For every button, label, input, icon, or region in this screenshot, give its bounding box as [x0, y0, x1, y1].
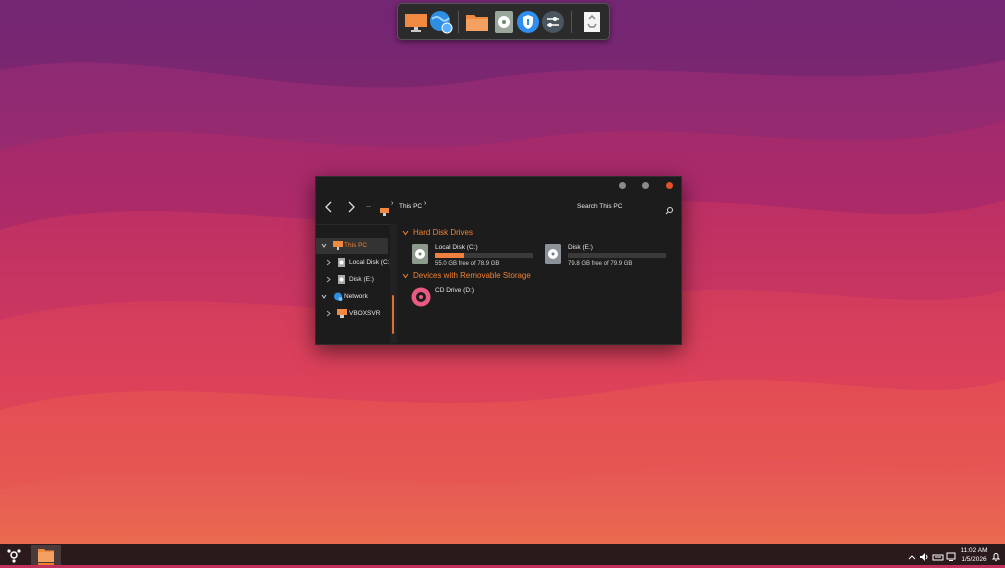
drive-name: Disk (E:)	[568, 244, 593, 251]
sidebar-item-local-disk-c[interactable]: Local Disk (C:)	[316, 255, 392, 271]
this-pc-breadcrumb-icon	[380, 203, 389, 216]
sidebar-label: VBOXSVR	[349, 310, 381, 317]
taskbar-file-explorer-button[interactable]	[31, 545, 61, 565]
group-header-hard-disk-drives[interactable]: Hard Disk Drives	[402, 228, 473, 237]
group-header-removable-storage[interactable]: Devices with Removable Storage	[402, 271, 531, 280]
clock-date: 1/5/2026	[961, 556, 987, 563]
network-globe-icon[interactable]	[429, 10, 453, 34]
minimize-button[interactable]	[619, 182, 626, 189]
taskbar-clock[interactable]: 11:02 AM 1/5/2026	[955, 546, 993, 564]
disk-drive-icon[interactable]	[492, 10, 516, 34]
drive-usage-fill	[435, 253, 465, 258]
sidebar-label: Disk (E:)	[349, 276, 374, 283]
hard-drive-icon	[545, 244, 561, 264]
sidebar-item-disk-e[interactable]: Disk (E:)	[316, 272, 388, 288]
sidebar-scrollbar-thumb[interactable]	[392, 295, 394, 334]
sidebar-item-this-pc[interactable]: This PC	[316, 238, 388, 254]
drive-tile-cd-drive-d[interactable]: CD Drive (D:)	[411, 287, 536, 313]
settings-sliders-icon[interactable]	[541, 10, 565, 34]
this-pc-icon[interactable]	[404, 10, 428, 34]
monitor-icon	[333, 241, 343, 250]
notification-bell-icon[interactable]	[991, 549, 1001, 562]
back-button[interactable]	[322, 199, 336, 215]
breadcrumb-this-pc[interactable]: This PC	[399, 203, 422, 210]
group-title: Devices with Removable Storage	[413, 271, 531, 280]
group-title: Hard Disk Drives	[413, 228, 474, 237]
navigation-pane: This PC Local Disk (C:) Disk (E:) Networ…	[316, 229, 392, 343]
cd-drive-icon	[411, 287, 431, 307]
forward-button[interactable]	[344, 199, 358, 215]
breadcrumb-separator: ›	[424, 200, 427, 207]
shield-icon[interactable]	[516, 10, 540, 34]
network-icon	[334, 292, 343, 301]
sidebar-label: This PC	[344, 242, 368, 249]
network-computer-icon	[337, 309, 347, 318]
sidebar-item-network[interactable]: Network	[316, 289, 388, 305]
content-pane: Hard Disk Drives Local Disk (C:) 55.0 GB…	[398, 223, 681, 343]
pen-workspace-icon[interactable]	[932, 549, 944, 561]
search-input[interactable]: Search This PC	[577, 203, 622, 210]
maximize-button[interactable]	[642, 182, 649, 189]
volume-icon[interactable]	[919, 549, 929, 561]
hard-drive-icon	[412, 244, 428, 264]
drive-icon	[338, 258, 345, 267]
drive-tile-local-disk-c[interactable]: Local Disk (C:) 55.0 GB free of 78.9 GB	[411, 244, 536, 270]
recycle-bin-icon[interactable]	[580, 10, 604, 34]
file-explorer-window: › This PC › Search This PC This PC Local…	[315, 176, 682, 345]
drive-icon	[338, 275, 345, 284]
drive-name: Local Disk (C:)	[435, 244, 478, 251]
sidebar-divider	[316, 224, 390, 225]
dock-separator	[571, 11, 572, 33]
sidebar-item-vboxsvr[interactable]: VBOXSVR	[316, 306, 388, 322]
close-button[interactable]	[666, 182, 673, 189]
dock	[397, 3, 610, 40]
drive-free-space: 55.0 GB free of 78.9 GB	[435, 261, 500, 267]
folder-icon[interactable]	[465, 10, 489, 34]
sidebar-label: Network	[344, 293, 368, 300]
sidebar-label: Local Disk (C:)	[349, 259, 392, 266]
search-icon[interactable]	[665, 202, 674, 215]
folder-icon	[38, 549, 54, 562]
chevron-up-icon[interactable]	[907, 549, 917, 560]
start-button-icon[interactable]	[6, 547, 22, 563]
clock-time: 11:02 AM	[960, 547, 988, 554]
breadcrumb-separator: ›	[391, 200, 394, 207]
up-button[interactable]	[366, 206, 371, 207]
drive-usage-bar	[568, 253, 666, 258]
drive-tile-disk-e[interactable]: Disk (E:) 79.8 GB free of 79.9 GB	[544, 244, 669, 270]
drive-usage-bar	[435, 253, 533, 258]
dock-separator	[458, 11, 459, 33]
drive-free-space: 79.8 GB free of 79.9 GB	[568, 261, 633, 267]
drive-name: CD Drive (D:)	[435, 287, 474, 294]
taskbar: 11:02 AM 1/5/2026	[0, 544, 1005, 565]
